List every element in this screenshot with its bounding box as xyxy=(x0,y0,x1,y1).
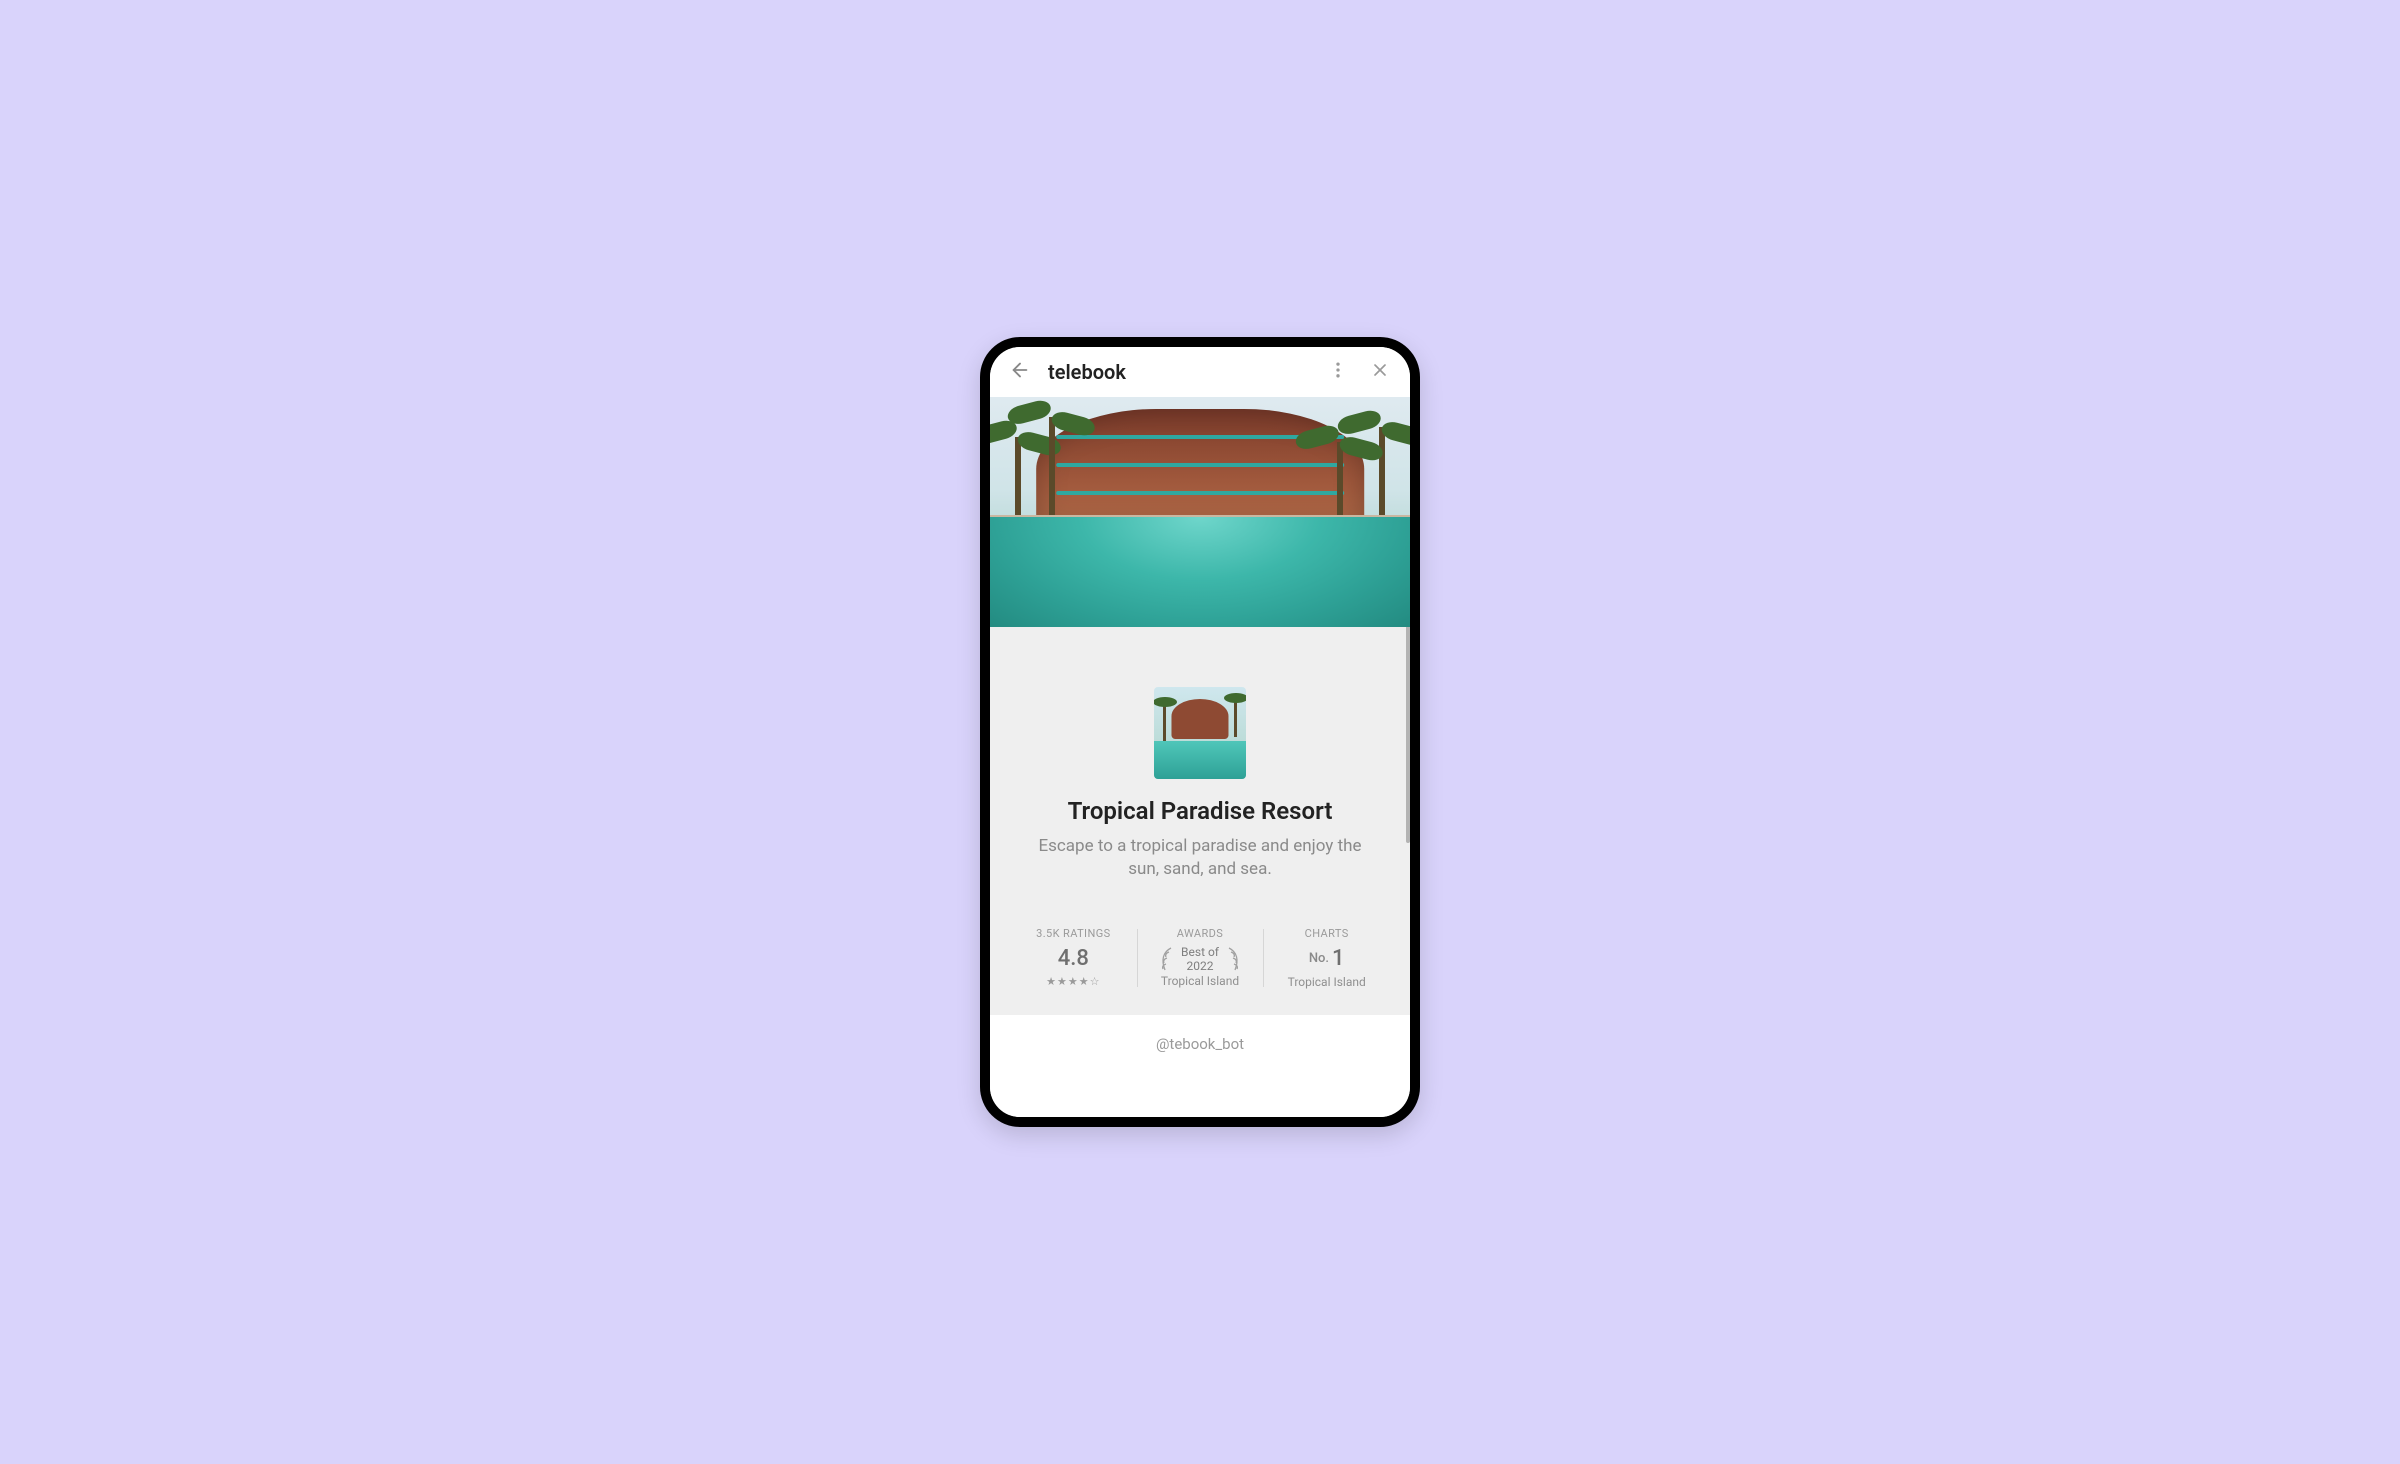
charts-number: 1 xyxy=(1332,946,1345,971)
award-line1: Best of xyxy=(1181,946,1219,960)
stat-ratings-label: 3.5K RATINGS xyxy=(1018,927,1129,940)
stat-charts-value: No.1 xyxy=(1271,946,1382,971)
more-button[interactable] xyxy=(1324,358,1352,386)
award-line2: 2022 xyxy=(1181,960,1219,974)
content-scroll[interactable]: Tropical Paradise Resort Escape to a tro… xyxy=(990,397,1410,1117)
footer: @tebook_bot xyxy=(990,1015,1410,1061)
close-button[interactable] xyxy=(1366,358,1394,386)
more-vertical-icon xyxy=(1328,360,1348,384)
screen: telebook xyxy=(990,347,1410,1117)
arrow-left-icon xyxy=(1009,359,1031,385)
charts-prefix: No. xyxy=(1309,951,1329,966)
app-header: telebook xyxy=(990,347,1410,397)
stat-awards: AWARDS Best of 2022 xyxy=(1137,921,1264,995)
laurel-badge: Best of 2022 xyxy=(1145,946,1256,974)
stat-charts-label: CHARTS xyxy=(1271,927,1382,940)
detail-section: Tropical Paradise Resort Escape to a tro… xyxy=(990,627,1410,1015)
close-icon xyxy=(1370,360,1390,384)
hotel-name: Tropical Paradise Resort xyxy=(1068,797,1333,825)
stat-awards-sub: Tropical Island xyxy=(1145,974,1256,988)
hotel-summary: Tropical Paradise Resort Escape to a tro… xyxy=(990,627,1410,921)
device-frame: telebook xyxy=(980,337,1420,1127)
hotel-thumbnail xyxy=(1154,687,1246,779)
hero-image xyxy=(990,397,1410,627)
back-button[interactable] xyxy=(1006,358,1034,386)
stat-ratings-value: 4.8 xyxy=(1018,946,1129,971)
app-title: telebook xyxy=(1048,360,1310,384)
stat-ratings: 3.5K RATINGS 4.8 ★★★★☆ xyxy=(1010,921,1137,995)
stats-row: 3.5K RATINGS 4.8 ★★★★☆ AWARDS Best of xyxy=(990,921,1410,1005)
award-text: Best of 2022 xyxy=(1181,946,1219,974)
stat-charts: CHARTS No.1 Tropical Island xyxy=(1263,921,1390,995)
bot-handle: @tebook_bot xyxy=(990,1035,1410,1053)
laurel-left-icon xyxy=(1159,946,1175,974)
stat-awards-label: AWARDS xyxy=(1145,927,1256,940)
hotel-description: Escape to a tropical paradise and enjoy … xyxy=(1030,835,1370,881)
stat-charts-sub: Tropical Island xyxy=(1271,975,1382,989)
laurel-right-icon xyxy=(1225,946,1241,974)
star-icons: ★★★★☆ xyxy=(1018,975,1129,988)
